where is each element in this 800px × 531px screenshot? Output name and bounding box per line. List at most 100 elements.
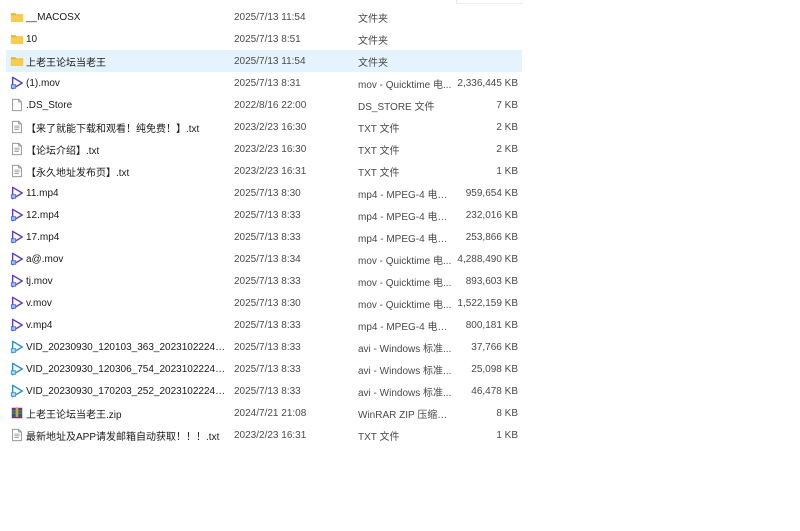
- file-row[interactable]: v.mov 2025/7/13 8:30 mov - Quicktime 电... 1…: [6, 292, 522, 314]
- file-size: 1 KB: [496, 429, 518, 441]
- file-date-modified: 2023/2/23 16:30: [234, 143, 307, 155]
- file-date-modified: 2025/7/13 8:33: [234, 231, 301, 243]
- file-name: 【来了就能下载和观看！纯免费！】.txt: [26, 123, 200, 135]
- file-row[interactable]: 上老王论坛当老王.zip 2024/7/21 21:08 WinRAR ZIP 压缩…: [6, 402, 522, 424]
- file-size: 25,098 KB: [471, 363, 518, 375]
- video-file-icon: [10, 318, 24, 332]
- file-date-modified: 2025/7/13 8:30: [234, 187, 301, 199]
- video-file-icon: [10, 208, 24, 222]
- folder-icon: [10, 32, 24, 46]
- file-row[interactable]: v.mp4 2025/7/13 8:33 mp4 - MPEG-4 电影... 800…: [6, 314, 522, 336]
- file-size: 232,016 KB: [465, 209, 518, 221]
- file-name: v.mov: [26, 297, 52, 309]
- file-name: VID_20230930_120103_363_20231022245...: [26, 341, 226, 353]
- avi-file-icon: [10, 362, 24, 376]
- file-row[interactable]: 上老王论坛当老王 2025/7/13 11:54 文件夹: [6, 50, 522, 72]
- video-file-icon: [10, 186, 24, 200]
- file-name: 上老王论坛当老王.zip: [26, 409, 122, 421]
- file-name: 11.mp4: [26, 187, 59, 199]
- file-row[interactable]: 最新地址及APP请发邮箱自动获取！！！.txt 2023/2/23 16:31 TX…: [6, 424, 522, 446]
- file-row[interactable]: (1).mov 2025/7/13 8:31 mov - Quicktime 电..…: [6, 72, 522, 94]
- file-name: 12.mp4: [26, 209, 60, 221]
- file-name: 【永久地址发布页】.txt: [26, 167, 130, 179]
- file-name: 最新地址及APP请发邮箱自动获取！！！.txt: [26, 431, 220, 443]
- file-row[interactable]: VID_20230930_120306_754_20231022245... 20…: [6, 358, 522, 380]
- blank-file-icon: [10, 98, 24, 112]
- file-date-modified: 2022/8/16 22:00: [234, 99, 307, 111]
- folder-icon: [10, 10, 24, 24]
- file-size: 37,766 KB: [471, 341, 518, 353]
- file-date-modified: 2023/2/23 16:31: [234, 429, 307, 441]
- file-row[interactable]: VID_20230930_170203_252_20231022248... 20…: [6, 380, 522, 402]
- file-row[interactable]: __MACOSX 2025/7/13 11:54 文件夹: [6, 6, 522, 28]
- file-size: 2 KB: [496, 143, 518, 155]
- folder-icon: [10, 54, 24, 68]
- file-size: 46,478 KB: [471, 385, 518, 397]
- file-name: 上老王论坛当老王: [26, 57, 106, 69]
- file-name: VID_20230930_120306_754_20231022245...: [26, 363, 226, 375]
- file-row[interactable]: a@.mov 2025/7/13 8:34 mov - Quicktime 电...…: [6, 248, 522, 270]
- file-row[interactable]: 【永久地址发布页】.txt 2023/2/23 16:31 TXT 文件 1 KB: [6, 160, 522, 182]
- winrar-archive-icon: [10, 406, 24, 420]
- file-date-modified: 2025/7/13 8:51: [234, 33, 301, 45]
- avi-file-icon: [10, 384, 24, 398]
- file-type: 文件夹: [358, 13, 388, 25]
- file-date-modified: 2025/7/13 8:33: [234, 385, 301, 397]
- file-size: 2,336,445 KB: [457, 77, 518, 89]
- file-date-modified: 2025/7/13 11:54: [234, 55, 306, 67]
- file-name: VID_20230930_170203_252_20231022248...: [26, 385, 226, 397]
- video-file-icon: [10, 274, 24, 288]
- file-row[interactable]: 10 2025/7/13 8:51 文件夹: [6, 28, 522, 50]
- file-date-modified: 2025/7/13 8:34: [234, 253, 301, 265]
- file-date-modified: 2025/7/13 8:33: [234, 363, 301, 375]
- file-list: __MACOSX 2025/7/13 11:54 文件夹 10 2025/7/13 8:…: [6, 6, 522, 446]
- file-type: 文件夹: [358, 57, 388, 69]
- text-file-icon: [10, 428, 24, 442]
- file-row[interactable]: 【论坛介绍】.txt 2023/2/23 16:30 TXT 文件 2 KB: [6, 138, 522, 160]
- file-date-modified: 2025/7/13 8:30: [234, 297, 301, 309]
- file-date-modified: 2025/7/13 8:33: [234, 209, 301, 221]
- file-name: tj.mov: [26, 275, 53, 287]
- file-row[interactable]: 12.mp4 2025/7/13 8:33 mp4 - MPEG-4 电影... 23…: [6, 204, 522, 226]
- file-row[interactable]: 【来了就能下载和观看！纯免费！】.txt 2023/2/23 16:30 TXT 文…: [6, 116, 522, 138]
- file-size: 7 KB: [496, 99, 518, 111]
- file-row[interactable]: 17.mp4 2025/7/13 8:33 mp4 - MPEG-4 电影... 25…: [6, 226, 522, 248]
- file-name: __MACOSX: [26, 11, 81, 23]
- text-file-icon: [10, 142, 24, 156]
- video-file-icon: [10, 296, 24, 310]
- text-file-icon: [10, 120, 24, 134]
- file-date-modified: 2025/7/13 8:33: [234, 275, 301, 287]
- column-header-edge: [456, 0, 523, 4]
- video-file-icon: [10, 252, 24, 266]
- file-size: 2 KB: [496, 121, 518, 133]
- file-date-modified: 2025/7/13 8:33: [234, 341, 301, 353]
- file-name: 17.mp4: [26, 231, 60, 243]
- file-date-modified: 2025/7/13 8:33: [234, 319, 301, 331]
- file-size: 893,603 KB: [465, 275, 518, 287]
- file-row[interactable]: VID_20230930_120103_363_20231022245... 20…: [6, 336, 522, 358]
- file-size: 800,181 KB: [465, 319, 518, 331]
- file-row[interactable]: .DS_Store 2022/8/16 22:00 DS_STORE 文件 7 KB: [6, 94, 522, 116]
- file-row[interactable]: 11.mp4 2025/7/13 8:30 mp4 - MPEG-4 电影... 95…: [6, 182, 522, 204]
- file-row[interactable]: tj.mov 2025/7/13 8:33 mov - Quicktime 电...…: [6, 270, 522, 292]
- file-name: a@.mov: [26, 253, 64, 265]
- file-date-modified: 2023/2/23 16:30: [234, 121, 307, 133]
- file-name: .DS_Store: [26, 99, 73, 111]
- file-date-modified: 2024/7/21 21:08: [234, 407, 307, 419]
- file-date-modified: 2025/7/13 8:31: [234, 77, 301, 89]
- file-size: 253,866 KB: [465, 231, 518, 243]
- text-file-icon: [10, 164, 24, 178]
- video-file-icon: [10, 76, 24, 90]
- file-size: 959,654 KB: [465, 187, 518, 199]
- video-file-icon: [10, 230, 24, 244]
- file-size: 8 KB: [496, 407, 518, 419]
- file-size: 1,522,159 KB: [457, 297, 518, 309]
- avi-file-icon: [10, 340, 24, 354]
- file-name: v.mp4: [26, 319, 53, 331]
- file-name: 10: [26, 33, 38, 45]
- file-type: 文件夹: [358, 35, 388, 47]
- file-date-modified: 2023/2/23 16:31: [234, 165, 307, 177]
- file-size: 4,288,490 KB: [457, 253, 518, 265]
- file-name: 【论坛介绍】.txt: [26, 145, 100, 157]
- file-size: 1 KB: [496, 165, 518, 177]
